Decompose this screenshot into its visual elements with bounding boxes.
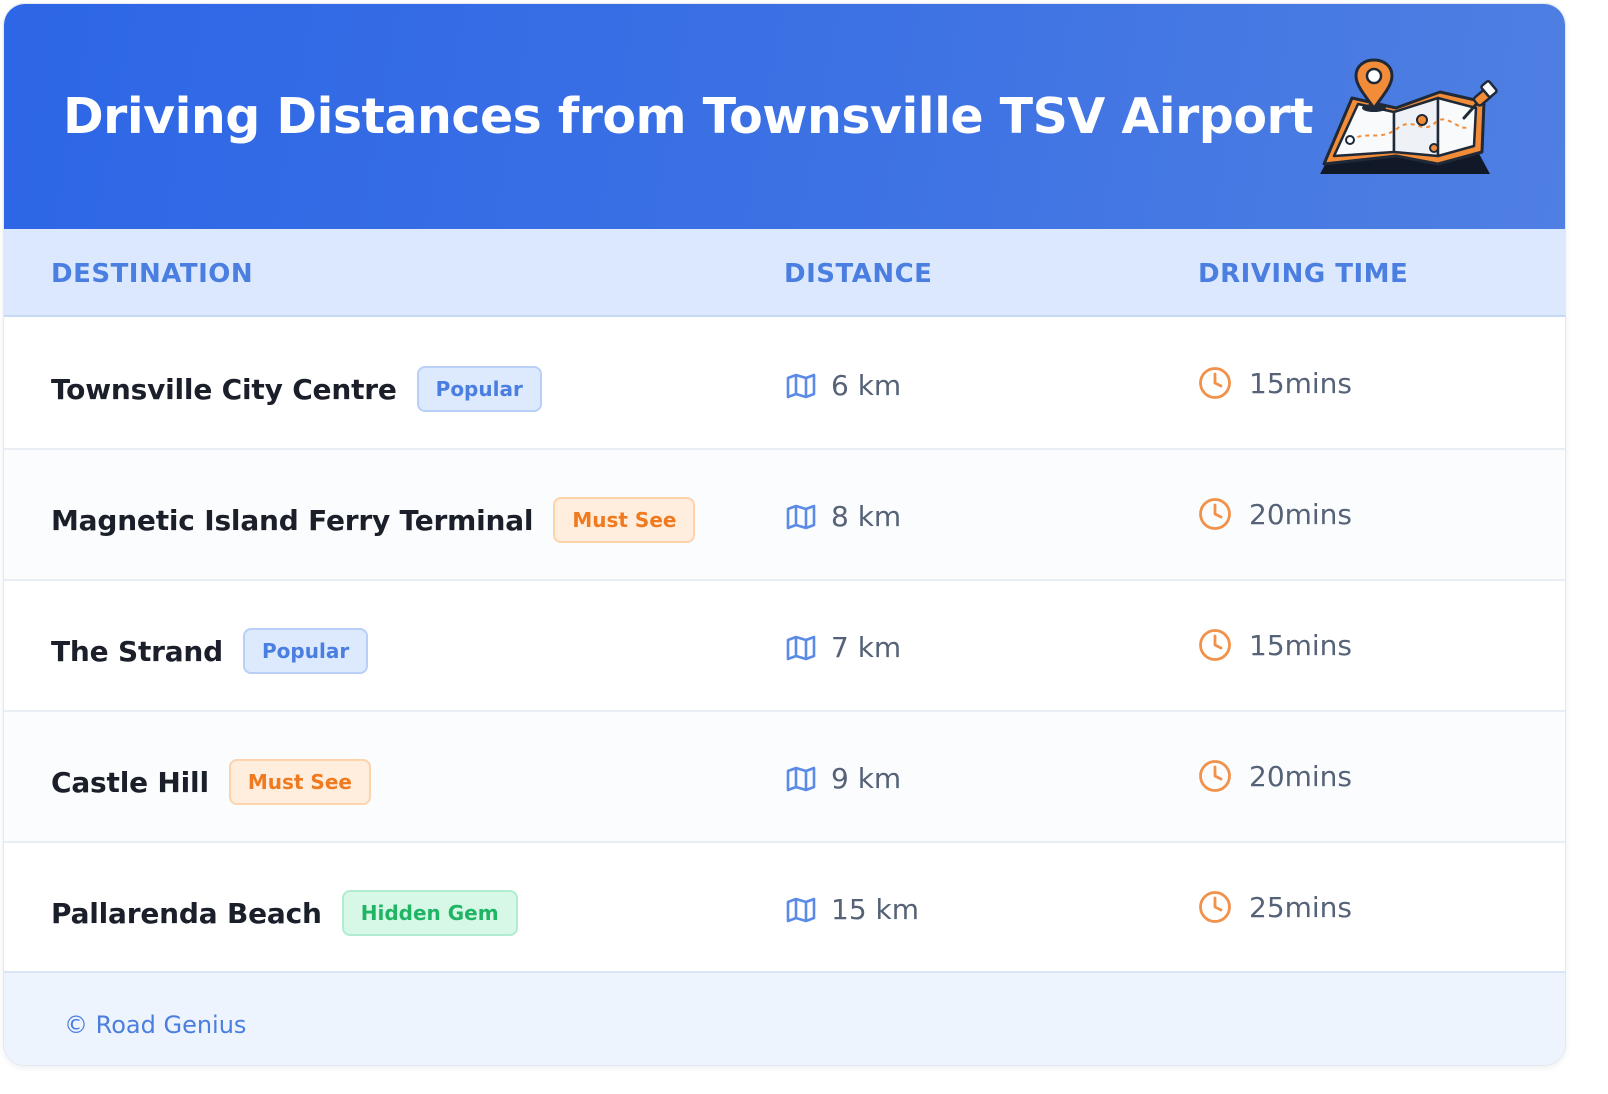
popular-badge: Popular bbox=[416, 366, 542, 412]
destination-name: The Strand bbox=[51, 634, 224, 668]
card-header: Driving Distances from Townsville TSV Ai… bbox=[4, 4, 1565, 229]
distance-cell: 8 km bbox=[785, 500, 901, 533]
time-cell: 20mins bbox=[1198, 497, 1352, 531]
table-row: Magnetic Island Ferry Terminal Must See 8 … bbox=[4, 450, 1565, 581]
distance-value: 15 km bbox=[831, 893, 920, 926]
destination-cell: Townsville City Centre Popular bbox=[51, 366, 542, 412]
map-icon bbox=[785, 896, 817, 924]
popular-badge: Popular bbox=[243, 628, 369, 674]
table-body: Townsville City Centre Popular 6 km 15mins M… bbox=[4, 319, 1565, 974]
map-icon bbox=[785, 372, 817, 400]
clock-icon bbox=[1198, 497, 1232, 531]
column-header-distance: DISTANCE bbox=[784, 259, 933, 289]
time-value: 20mins bbox=[1249, 497, 1353, 531]
destination-cell: Magnetic Island Ferry Terminal Must See bbox=[51, 497, 696, 543]
column-header-driving-time: DRIVING TIME bbox=[1198, 259, 1409, 289]
distance-cell: 7 km bbox=[785, 631, 901, 664]
time-value: 15mins bbox=[1249, 628, 1353, 662]
clock-icon bbox=[1198, 890, 1232, 924]
destination-name: Pallarenda Beach bbox=[51, 896, 322, 930]
mustsee-badge: Must See bbox=[553, 497, 696, 543]
distance-card: Driving Distances from Townsville TSV Ai… bbox=[3, 3, 1566, 1066]
table-row: Castle Hill Must See 9 km 20mins bbox=[4, 712, 1565, 843]
distance-cell: 6 km bbox=[785, 369, 901, 402]
time-cell: 20mins bbox=[1198, 759, 1352, 793]
map-icon bbox=[785, 765, 817, 793]
clock-icon bbox=[1198, 628, 1232, 662]
distance-cell: 9 km bbox=[785, 762, 901, 795]
destination-name: Townsville City Centre bbox=[51, 372, 397, 406]
time-value: 15mins bbox=[1249, 366, 1353, 400]
distance-value: 9 km bbox=[831, 762, 902, 795]
clock-icon bbox=[1198, 759, 1232, 793]
page-title: Driving Distances from Townsville TSV Ai… bbox=[63, 88, 1314, 145]
time-value: 20mins bbox=[1249, 759, 1353, 793]
hiddengem-badge: Hidden Gem bbox=[341, 890, 518, 936]
mustsee-badge: Must See bbox=[228, 759, 371, 805]
footer-credit: © Road Genius bbox=[64, 1011, 247, 1039]
distance-value: 8 km bbox=[831, 500, 902, 533]
destination-cell: The Strand Popular bbox=[51, 628, 369, 674]
time-cell: 15mins bbox=[1198, 628, 1352, 662]
table-header: DESTINATION DISTANCE DRIVING TIME bbox=[4, 229, 1565, 317]
distance-value: 6 km bbox=[831, 369, 902, 402]
map-icon bbox=[785, 503, 817, 531]
map-icon bbox=[785, 634, 817, 662]
map-with-location-pin-icon bbox=[1320, 58, 1498, 174]
clock-icon bbox=[1198, 366, 1232, 400]
destination-cell: Castle Hill Must See bbox=[51, 759, 371, 805]
distance-value: 7 km bbox=[831, 631, 902, 664]
time-value: 25mins bbox=[1249, 890, 1353, 924]
time-cell: 15mins bbox=[1198, 366, 1352, 400]
table-row: The Strand Popular 7 km 15mins bbox=[4, 581, 1565, 712]
time-cell: 25mins bbox=[1198, 890, 1352, 924]
table-row: Townsville City Centre Popular 6 km 15mins bbox=[4, 319, 1565, 450]
destination-cell: Pallarenda Beach Hidden Gem bbox=[51, 890, 518, 936]
column-header-destination: DESTINATION bbox=[51, 259, 254, 289]
destination-name: Magnetic Island Ferry Terminal bbox=[51, 503, 534, 537]
card-footer: © Road Genius bbox=[4, 971, 1565, 1065]
distance-cell: 15 km bbox=[785, 893, 919, 926]
table-row: Pallarenda Beach Hidden Gem 15 km 25mins bbox=[4, 843, 1565, 974]
destination-name: Castle Hill bbox=[51, 765, 209, 799]
